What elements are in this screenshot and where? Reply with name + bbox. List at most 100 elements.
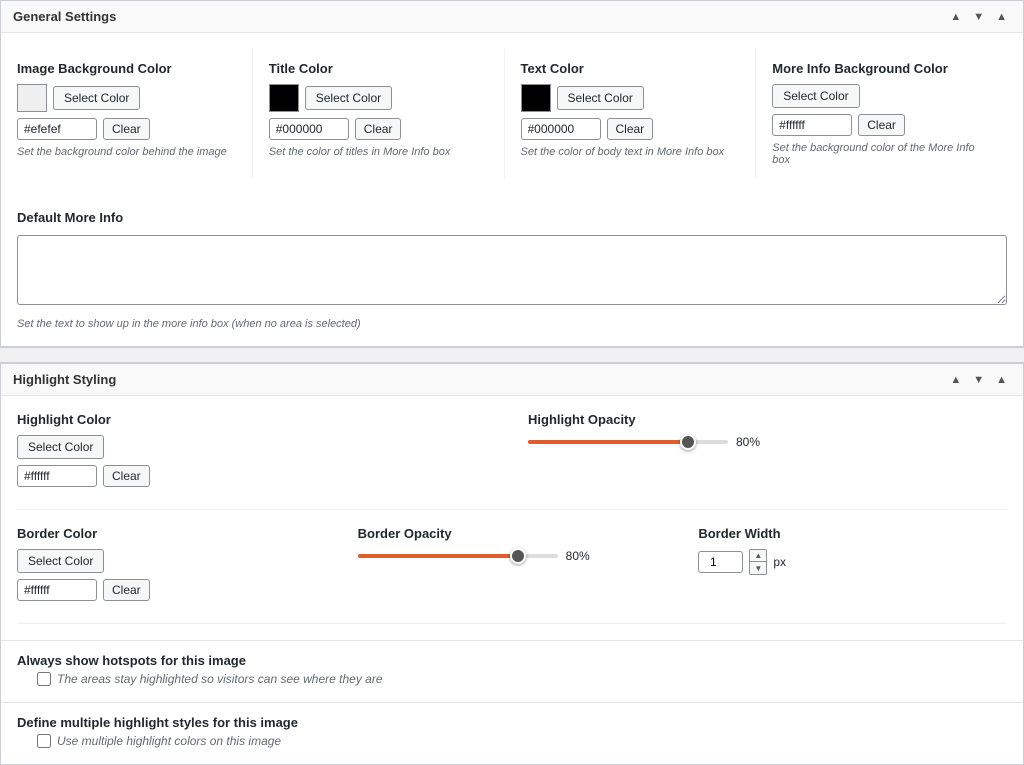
always-show-hotspots-checkbox[interactable] <box>37 672 51 686</box>
border-color-btn-row: Select Color <box>17 549 326 573</box>
default-more-info-section: Default More Info Set the text to show u… <box>1 194 1023 346</box>
text-color-clear-button[interactable]: Clear <box>607 118 654 140</box>
define-multiple-styles-hint: Use multiple highlight colors on this im… <box>57 734 281 748</box>
border-width-input[interactable] <box>698 551 743 573</box>
highlight-opacity-thumb[interactable] <box>680 434 696 450</box>
border-width-label: Border Width <box>698 526 1007 541</box>
highlight-styling-header: Highlight Styling ▲ ▼ ▲ <box>1 364 1023 396</box>
border-opacity-value: 80% <box>566 549 596 563</box>
hs-expand-icon[interactable]: ▲ <box>992 373 1011 387</box>
highlight-color-hex-clear-row: Clear <box>17 465 496 487</box>
image-bg-hex-clear-row: Clear <box>17 118 236 140</box>
color-fields-row: Image Background Color Select Color Clea… <box>17 49 1007 178</box>
border-width-down-button[interactable]: ▼ <box>750 562 766 574</box>
highlight-color-clear-button[interactable]: Clear <box>103 465 150 487</box>
highlight-color-select-button[interactable]: Select Color <box>17 435 104 459</box>
highlight-styling-controls: ▲ ▼ ▲ <box>946 373 1011 387</box>
image-bg-clear-button[interactable]: Clear <box>103 118 150 140</box>
title-color-field: Title Color Select Color Clear Set the c… <box>269 49 505 178</box>
highlight-body: Highlight Color Select Color Clear Highl… <box>1 396 1023 640</box>
highlight-styling-panel: Highlight Styling ▲ ▼ ▲ Highlight Color … <box>0 363 1024 765</box>
collapse-up-icon[interactable]: ▲ <box>946 10 965 24</box>
image-bg-hex-input[interactable] <box>17 118 97 140</box>
text-color-label: Text Color <box>521 61 740 76</box>
border-color-hex-input[interactable] <box>17 579 97 601</box>
title-color-hex-input[interactable] <box>269 118 349 140</box>
border-width-unit: px <box>773 555 786 569</box>
highlight-opacity-fill <box>528 440 688 444</box>
title-color-swatch <box>269 84 299 112</box>
highlight-opacity-label: Highlight Opacity <box>528 412 1007 427</box>
text-color-hex-input[interactable] <box>521 118 601 140</box>
collapse-down-icon[interactable]: ▼ <box>969 10 988 24</box>
highlight-color-hex-input[interactable] <box>17 465 97 487</box>
more-info-bg-label: More Info Background Color <box>772 61 991 76</box>
always-show-hotspots-label: Always show hotspots for this image <box>17 653 246 668</box>
more-info-bg-clear-button[interactable]: Clear <box>858 114 905 136</box>
image-bg-color-swatch <box>17 84 47 112</box>
text-select-color-button[interactable]: Select Color <box>557 86 644 110</box>
always-show-hotspots-section: Always show hotspots for this image The … <box>1 640 1023 702</box>
border-width-col: Border Width ▲ ▼ px <box>698 526 1007 607</box>
border-color-hex-clear-row: Clear <box>17 579 326 601</box>
highlight-opacity-track[interactable] <box>528 440 728 444</box>
border-opacity-thumb[interactable] <box>510 548 526 564</box>
text-color-field: Text Color Select Color Clear Set the co… <box>521 49 757 178</box>
image-bg-select-color-button[interactable]: Select Color <box>53 86 140 110</box>
text-color-hex-clear-row: Clear <box>521 118 740 140</box>
title-color-clear-button[interactable]: Clear <box>355 118 402 140</box>
border-opacity-slider-container: 80% <box>358 549 667 563</box>
define-multiple-styles-label-row: Define multiple highlight styles for thi… <box>17 715 1007 730</box>
more-info-bg-select-color-button[interactable]: Select Color <box>772 84 859 108</box>
expand-icon[interactable]: ▲ <box>992 10 1011 24</box>
title-color-hex-clear-row: Clear <box>269 118 488 140</box>
title-color-btn-row: Select Color <box>269 84 488 112</box>
highlight-opacity-value: 80% <box>736 435 766 449</box>
default-more-info-textarea[interactable] <box>17 235 1007 305</box>
border-color-select-button[interactable]: Select Color <box>17 549 104 573</box>
border-width-input-row: ▲ ▼ px <box>698 549 1007 575</box>
always-show-hotspots-row: Always show hotspots for this image The … <box>17 653 1007 686</box>
default-more-info-hint: Set the text to show up in the more info… <box>17 318 1007 330</box>
text-color-hint: Set the color of body text in More Info … <box>521 146 740 158</box>
border-opacity-fill <box>358 554 518 558</box>
general-settings-title: General Settings <box>13 9 116 24</box>
border-opacity-track[interactable] <box>358 554 558 558</box>
hs-collapse-up-icon[interactable]: ▲ <box>946 373 965 387</box>
general-settings-body: Image Background Color Select Color Clea… <box>1 33 1023 194</box>
highlight-color-btn-row: Select Color <box>17 435 496 459</box>
highlight-opacity-slider-container: 80% <box>528 435 1007 449</box>
border-opacity-label: Border Opacity <box>358 526 667 541</box>
text-color-btn-row: Select Color <box>521 84 740 112</box>
image-bg-color-label: Image Background Color <box>17 61 236 76</box>
define-multiple-styles-label: Define multiple highlight styles for thi… <box>17 715 298 730</box>
highlight-opacity-col: Highlight Opacity 80% <box>528 412 1007 493</box>
border-color-clear-button[interactable]: Clear <box>103 579 150 601</box>
always-show-hotspots-hint-row: The areas stay highlighted so visitors c… <box>17 672 1007 686</box>
image-bg-color-field: Image Background Color Select Color Clea… <box>17 49 253 178</box>
define-multiple-styles-row: Define multiple highlight styles for thi… <box>17 715 1007 748</box>
section-divider <box>0 347 1024 363</box>
general-settings-controls: ▲ ▼ ▲ <box>946 10 1011 24</box>
border-width-spinners: ▲ ▼ <box>749 549 767 575</box>
highlight-color-col: Highlight Color Select Color Clear <box>17 412 528 493</box>
border-opacity-col: Border Opacity 80% <box>358 526 699 607</box>
default-more-info-label: Default More Info <box>17 210 1007 225</box>
more-info-bg-hint: Set the background color of the More Inf… <box>772 142 991 166</box>
more-info-bg-hex-input[interactable] <box>772 114 852 136</box>
more-info-bg-hex-clear-row: Clear <box>772 114 991 136</box>
image-bg-color-btn-row: Select Color <box>17 84 236 112</box>
border-color-label: Border Color <box>17 526 326 541</box>
highlight-styling-title: Highlight Styling <box>13 372 116 387</box>
title-color-label: Title Color <box>269 61 488 76</box>
border-width-up-button[interactable]: ▲ <box>750 550 766 562</box>
hs-collapse-down-icon[interactable]: ▼ <box>969 373 988 387</box>
highlight-color-opacity-row: Highlight Color Select Color Clear Highl… <box>17 412 1007 510</box>
more-info-bg-color-field: More Info Background Color Select Color … <box>772 49 1007 178</box>
title-select-color-button[interactable]: Select Color <box>305 86 392 110</box>
text-color-swatch <box>521 84 551 112</box>
define-multiple-styles-checkbox[interactable] <box>37 734 51 748</box>
general-settings-panel: General Settings ▲ ▼ ▲ Image Background … <box>0 0 1024 347</box>
border-row: Border Color Select Color Clear Border O… <box>17 526 1007 624</box>
always-show-hotspots-label-row: Always show hotspots for this image <box>17 653 1007 668</box>
